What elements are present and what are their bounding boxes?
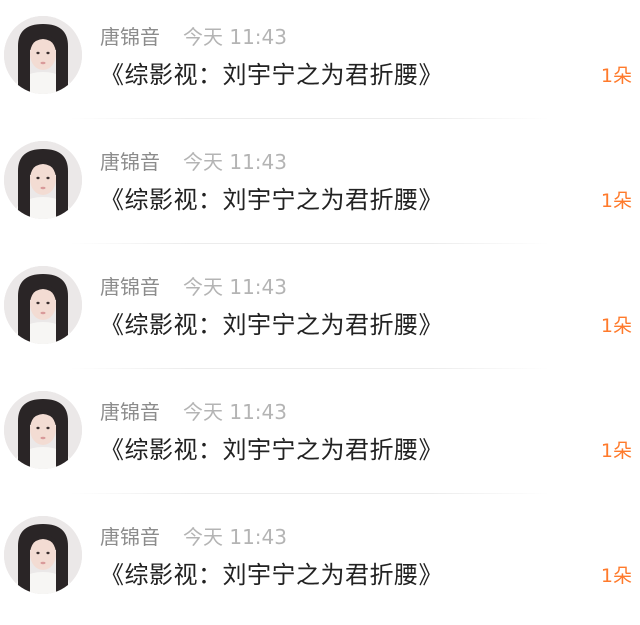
divider	[70, 243, 550, 244]
comment-text: 《综影视：刘宇宁之为君折腰》	[100, 311, 443, 339]
avatar-image	[4, 266, 82, 344]
flower-count: 1朵	[600, 190, 632, 212]
comment-text: 《综影视：刘宇宁之为君折腰》	[100, 61, 443, 89]
comment-row[interactable]: 唐锦音 今天 11:43 《综影视：刘宇宁之为君折腰》 1朵	[0, 500, 640, 625]
username[interactable]: 唐锦音	[100, 524, 160, 550]
avatar[interactable]	[4, 141, 82, 219]
divider	[70, 368, 550, 369]
divider	[70, 493, 550, 494]
avatar-image	[4, 16, 82, 94]
avatar[interactable]	[4, 516, 82, 594]
flower-count: 1朵	[600, 565, 632, 587]
comment-text: 《综影视：刘宇宁之为君折腰》	[100, 186, 443, 214]
username[interactable]: 唐锦音	[100, 24, 160, 50]
avatar-image	[4, 141, 82, 219]
comment-row[interactable]: 唐锦音 今天 11:43 《综影视：刘宇宁之为君折腰》 1朵	[0, 375, 640, 500]
username[interactable]: 唐锦音	[100, 274, 160, 300]
flower-count: 1朵	[600, 315, 632, 337]
avatar[interactable]	[4, 16, 82, 94]
avatar-image	[4, 516, 82, 594]
comment-text: 《综影视：刘宇宁之为君折腰》	[100, 436, 443, 464]
flower-count: 1朵	[600, 65, 632, 87]
timestamp: 今天 11:43	[183, 275, 287, 299]
comment-text: 《综影视：刘宇宁之为君折腰》	[100, 561, 443, 589]
username[interactable]: 唐锦音	[100, 149, 160, 175]
divider	[70, 118, 550, 119]
avatar[interactable]	[4, 266, 82, 344]
timestamp: 今天 11:43	[183, 150, 287, 174]
avatar[interactable]	[4, 391, 82, 469]
avatar-image	[4, 391, 82, 469]
comment-row[interactable]: 唐锦音 今天 11:43 《综影视：刘宇宁之为君折腰》 1朵	[0, 0, 640, 125]
comment-row[interactable]: 唐锦音 今天 11:43 《综影视：刘宇宁之为君折腰》 1朵	[0, 125, 640, 250]
comment-list: 唐锦音 今天 11:43 《综影视：刘宇宁之为君折腰》 1朵 唐锦音 今天 11…	[0, 0, 640, 614]
flower-count: 1朵	[600, 440, 632, 462]
username[interactable]: 唐锦音	[100, 399, 160, 425]
timestamp: 今天 11:43	[183, 525, 287, 549]
timestamp: 今天 11:43	[183, 400, 287, 424]
timestamp: 今天 11:43	[183, 25, 287, 49]
comment-row[interactable]: 唐锦音 今天 11:43 《综影视：刘宇宁之为君折腰》 1朵	[0, 250, 640, 375]
